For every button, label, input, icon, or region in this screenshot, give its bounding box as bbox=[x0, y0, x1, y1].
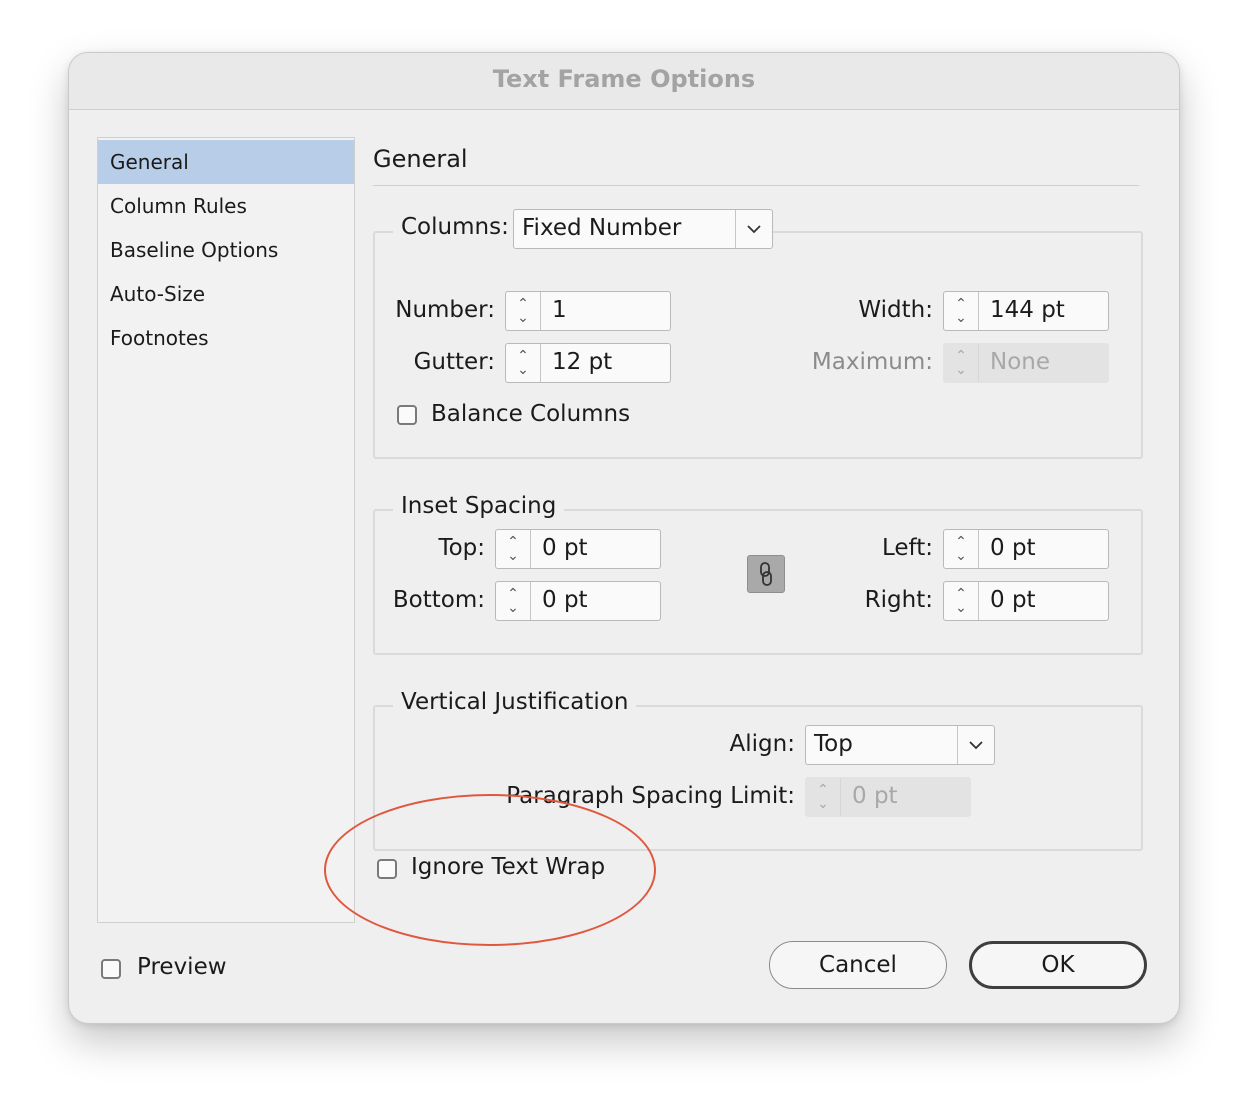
paragraph-spacing-limit-label: Paragraph Spacing Limit: bbox=[506, 783, 795, 809]
maximum-label: Maximum: bbox=[811, 349, 933, 375]
inset-left-value: 0 pt bbox=[990, 535, 1036, 561]
sidebar: General Column Rules Baseline Options Au… bbox=[97, 137, 355, 923]
gutter-field[interactable]: ⌃ ⌄ 12 pt bbox=[505, 343, 671, 383]
sidebar-item-column-rules[interactable]: Column Rules bbox=[98, 184, 354, 228]
stepper-arrows-icon[interactable]: ⌃ ⌄ bbox=[944, 292, 979, 330]
columns-type-value: Fixed Number bbox=[522, 215, 682, 241]
stepper-arrows-icon[interactable]: ⌃ ⌄ bbox=[496, 582, 531, 620]
sidebar-item-footnotes[interactable]: Footnotes bbox=[98, 316, 354, 360]
columns-type-dropdown[interactable]: Fixed Number bbox=[513, 209, 773, 249]
align-dropdown[interactable]: Top bbox=[805, 725, 995, 765]
chain-link-icon[interactable] bbox=[747, 555, 785, 593]
ignore-text-wrap-checkbox[interactable] bbox=[377, 859, 397, 879]
maximum-field: ⌃ ⌄ None bbox=[943, 343, 1109, 383]
paragraph-spacing-limit-field: ⌃ ⌄ 0 pt bbox=[805, 777, 971, 817]
title-bar: Text Frame Options bbox=[69, 53, 1179, 110]
width-label: Width: bbox=[858, 297, 933, 323]
section-title: General bbox=[373, 145, 468, 173]
paragraph-spacing-limit-value: 0 pt bbox=[852, 783, 898, 809]
balance-columns-checkbox[interactable] bbox=[397, 405, 417, 425]
align-value: Top bbox=[814, 731, 853, 757]
inset-top-label: Top: bbox=[438, 535, 485, 561]
section-divider bbox=[373, 185, 1139, 186]
number-value: 1 bbox=[552, 297, 567, 323]
inset-right-value: 0 pt bbox=[990, 587, 1036, 613]
inset-left-field[interactable]: ⌃ ⌄ 0 pt bbox=[943, 529, 1109, 569]
chevron-down-icon bbox=[957, 726, 994, 764]
sidebar-item-baseline-options[interactable]: Baseline Options bbox=[98, 228, 354, 272]
gutter-value: 12 pt bbox=[552, 349, 613, 375]
stepper-arrows-icon[interactable]: ⌃ ⌄ bbox=[944, 582, 979, 620]
gutter-label: Gutter: bbox=[413, 349, 495, 375]
balance-columns-label: Balance Columns bbox=[431, 401, 631, 427]
inset-bottom-label: Bottom: bbox=[392, 587, 485, 613]
inset-right-label: Right: bbox=[864, 587, 933, 613]
ignore-text-wrap-label: Ignore Text Wrap bbox=[411, 854, 606, 880]
inset-left-label: Left: bbox=[881, 535, 933, 561]
inset-top-value: 0 pt bbox=[542, 535, 588, 561]
dialog-title: Text Frame Options bbox=[492, 65, 756, 93]
inset-bottom-field[interactable]: ⌃ ⌄ 0 pt bbox=[495, 581, 661, 621]
stepper-arrows-icon[interactable]: ⌃ ⌄ bbox=[496, 530, 531, 568]
chevron-down-icon bbox=[735, 210, 772, 248]
vertical-justification-group bbox=[373, 705, 1143, 851]
stepper-arrows-icon[interactable]: ⌃ ⌄ bbox=[506, 344, 541, 382]
ok-button[interactable]: OK bbox=[969, 941, 1147, 989]
sidebar-item-auto-size[interactable]: Auto-Size bbox=[98, 272, 354, 316]
cancel-button[interactable]: Cancel bbox=[769, 941, 947, 989]
sidebar-item-general[interactable]: General bbox=[98, 140, 354, 184]
number-label: Number: bbox=[395, 297, 495, 323]
inset-right-field[interactable]: ⌃ ⌄ 0 pt bbox=[943, 581, 1109, 621]
stepper-arrows-icon[interactable]: ⌃ ⌄ bbox=[506, 292, 541, 330]
preview-checkbox[interactable] bbox=[101, 959, 121, 979]
maximum-value: None bbox=[990, 349, 1051, 375]
inset-bottom-value: 0 pt bbox=[542, 587, 588, 613]
number-field[interactable]: ⌃ ⌄ 1 bbox=[505, 291, 671, 331]
width-value: 144 pt bbox=[990, 297, 1065, 323]
stepper-arrows-icon: ⌃ ⌄ bbox=[806, 778, 841, 816]
inset-spacing-legend: Inset Spacing bbox=[393, 493, 565, 519]
align-label: Align: bbox=[729, 731, 795, 757]
width-field[interactable]: ⌃ ⌄ 144 pt bbox=[943, 291, 1109, 331]
preview-label: Preview bbox=[137, 954, 227, 980]
columns-label: Columns: bbox=[393, 214, 517, 240]
stepper-arrows-icon[interactable]: ⌃ ⌄ bbox=[944, 530, 979, 568]
stepper-arrows-icon: ⌃ ⌄ bbox=[944, 344, 979, 382]
inset-top-field[interactable]: ⌃ ⌄ 0 pt bbox=[495, 529, 661, 569]
vertical-justification-legend: Vertical Justification bbox=[393, 689, 637, 715]
text-frame-options-dialog: Text Frame Options General Column Rules … bbox=[68, 52, 1180, 1024]
